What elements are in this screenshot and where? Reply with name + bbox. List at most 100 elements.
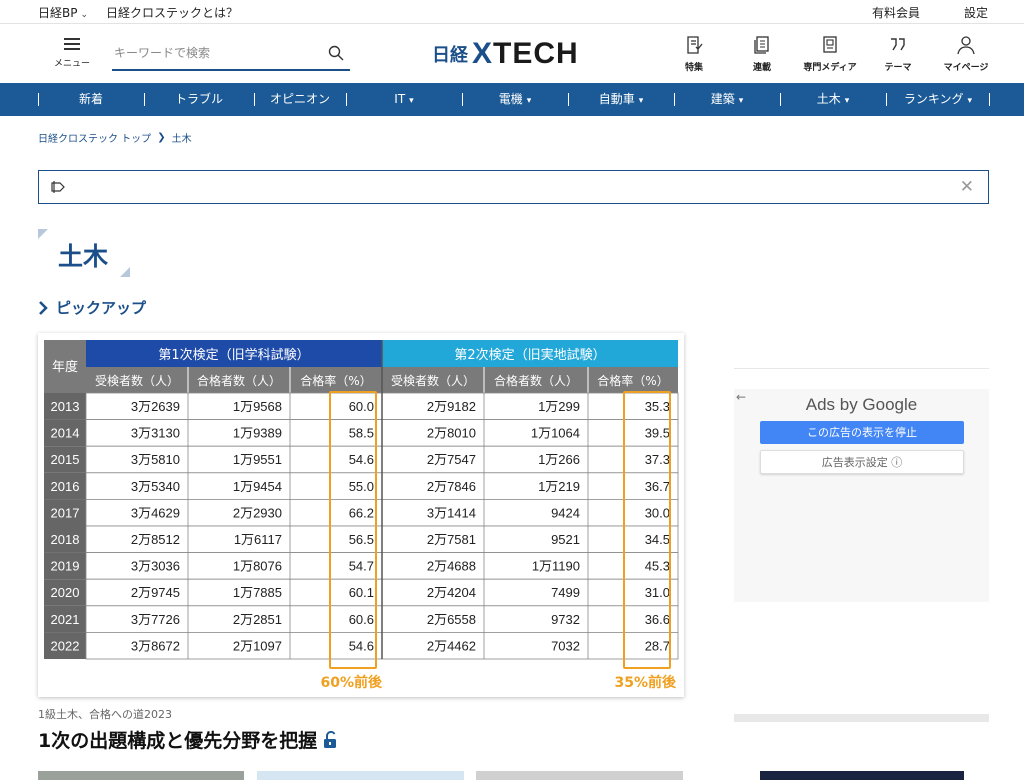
table-cell: 2万7846 (427, 479, 476, 494)
clear-icon[interactable]: ✕ (960, 177, 974, 197)
table-cell: 55.0 (349, 479, 374, 494)
table-cell: 2万8512 (131, 532, 180, 547)
series-icon (754, 36, 769, 54)
table-cell: 2万4462 (427, 638, 476, 653)
year-label: 2020 (51, 585, 80, 600)
table-cell: 30.0 (645, 505, 670, 520)
menu-button[interactable]: メニュー (54, 38, 90, 69)
chevron-down-icon: ▾ (738, 96, 744, 106)
table-cell: 1万1064 (531, 426, 580, 441)
pickup-heading: ピックアップ (38, 297, 146, 318)
year-label: 2019 (51, 559, 80, 574)
unlock-icon (324, 730, 337, 748)
nav-item-new[interactable]: 新着 (38, 83, 144, 116)
corner-decoration (120, 267, 130, 277)
group2-header: 第2次検定（旧実地試験） (454, 347, 605, 363)
thumbnail[interactable] (476, 771, 683, 780)
feature-button[interactable]: 特集 (660, 35, 728, 73)
year-label: 2017 (51, 505, 80, 520)
about-link[interactable]: 日経クロステックとは？ (106, 4, 238, 21)
table-cell: 66.2 (349, 505, 374, 520)
search-icon[interactable] (328, 45, 344, 61)
chevron-down-icon: ▾ (638, 96, 644, 106)
table-cell: 2万7547 (427, 452, 476, 467)
nav-item-civil[interactable]: 土木 ▾ (780, 83, 886, 116)
ad-settings-button[interactable]: 広告表示設定 ⓘ (760, 450, 964, 474)
table-cell: 56.5 (349, 532, 374, 547)
divider (734, 368, 989, 369)
breadcrumb-top-link[interactable]: 日経クロステック トップ (38, 130, 151, 145)
annotation-60: 60%前後 (320, 674, 383, 691)
table-cell: 3万8672 (131, 638, 180, 653)
table-cell: 1万6117 (234, 532, 282, 547)
table-cell: 39.5 (645, 426, 670, 441)
table-cell: 36.6 (645, 612, 670, 627)
keyword-search-input[interactable] (112, 39, 312, 67)
nikkei-bp-link[interactable]: 日経BP ⌄ (38, 4, 88, 21)
chevron-down-icon: ▾ (844, 96, 850, 106)
table-cell: 34.5 (645, 532, 670, 547)
nav-item-trouble[interactable]: トラブル (144, 83, 254, 116)
table-cell: 1万9568 (233, 399, 282, 414)
table-cell: 3万1414 (427, 505, 476, 520)
table-cell: 54.6 (349, 452, 374, 467)
site-search-box[interactable]: ✕ (38, 170, 989, 204)
table-cell: 1万8076 (233, 559, 282, 574)
article-headline[interactable]: 1次の出題構成と優先分野を把握 (38, 726, 339, 753)
thumbnail[interactable] (257, 771, 464, 780)
pass-rate-table: 年度 第1次検定（旧学科試験） 第2次検定（旧実地試験） 受検者数（人） 合格者数（人）… (44, 340, 679, 691)
nav-item-ranking[interactable]: ランキング ▾ (886, 83, 990, 116)
paid-member-link[interactable]: 有料会員 (872, 4, 920, 21)
table-cell: 37.3 (645, 452, 670, 467)
top-utility-bar: 日経BP ⌄ 日経クロステックとは？ 有料会員 設定 (0, 0, 1024, 24)
site-logo[interactable]: 日経 XTECH (432, 37, 579, 71)
table-cell: 9732 (551, 612, 580, 627)
year-label: 2016 (51, 479, 80, 494)
table-cell: 28.7 (645, 638, 670, 653)
nav-item-automotive[interactable]: 自動車 ▾ (568, 83, 674, 116)
page-title-block: 土木 (38, 229, 130, 277)
article-image[interactable]: 年度 第1次検定（旧学科試験） 第2次検定（旧実地試験） 受検者数（人） 合格者数（人）… (38, 333, 684, 697)
table-cell: 2万4204 (427, 585, 476, 600)
table-cell: 1万1190 (532, 559, 580, 574)
table-cell: 1万7885 (233, 585, 282, 600)
year-header: 年度 (52, 359, 78, 375)
bookmark-icon (51, 181, 65, 193)
table-cell: 3万2639 (131, 399, 180, 414)
table-cell: 2万2851 (233, 612, 282, 627)
table-cell: 3万7726 (131, 612, 180, 627)
nav-item-architecture[interactable]: 建築 ▾ (674, 83, 780, 116)
theme-button[interactable]: テーマ (864, 35, 932, 73)
table-cell: 2万2930 (233, 505, 282, 520)
nav-item-electronics[interactable]: 電機 ▾ (462, 83, 568, 116)
annotation-35: 35%前後 (614, 674, 677, 691)
chevron-down-icon: ▾ (967, 96, 973, 106)
table-cell: 2万4688 (427, 559, 476, 574)
table-cell: 1万9389 (233, 426, 282, 441)
media-button[interactable]: 専門メディア (796, 35, 864, 73)
column-header: 合格者数（人） (197, 373, 281, 388)
year-label: 2021 (51, 612, 80, 627)
table-cell: 60.0 (349, 399, 374, 414)
table-cell: 9424 (551, 505, 580, 520)
article-series-label[interactable]: 1級土木、合格への道2023 (38, 706, 172, 722)
nav-item-it[interactable]: IT ▾ (346, 83, 462, 116)
column-header: 受検者数（人） (95, 373, 179, 388)
thumbnail[interactable] (760, 771, 964, 780)
page-title: 土木 (58, 242, 109, 271)
table-cell: 2万7581 (427, 532, 476, 547)
column-header: 受検者数（人） (391, 373, 475, 388)
settings-link[interactable]: 設定 (964, 4, 988, 21)
thumbnail[interactable] (38, 771, 244, 780)
table-cell: 31.0 (645, 585, 670, 600)
series-button[interactable]: 連載 (728, 35, 796, 73)
table-cell: 1万299 (538, 399, 580, 414)
mypage-button[interactable]: マイページ (932, 35, 1000, 73)
year-label: 2013 (51, 399, 80, 414)
nav-item-opinion[interactable]: オピニオン (254, 83, 346, 116)
table-cell: 3万5810 (131, 452, 180, 467)
table-cell: 2万6558 (427, 612, 476, 627)
breadcrumb-current: 土木 (171, 134, 192, 145)
stop-ad-button[interactable]: この広告の表示を停止 (760, 421, 964, 444)
column-header: 合格率（%） (597, 373, 668, 388)
